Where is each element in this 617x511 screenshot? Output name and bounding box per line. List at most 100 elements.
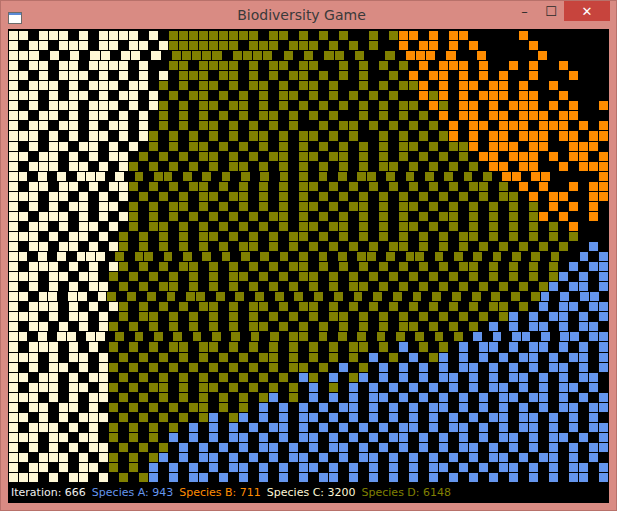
board-cell xyxy=(259,31,268,40)
board-cell xyxy=(9,322,18,331)
board-cell xyxy=(79,202,88,211)
board-cell xyxy=(409,31,418,40)
board-cell xyxy=(259,131,268,140)
board-cell xyxy=(249,192,258,201)
board-cell xyxy=(179,31,188,40)
board-cell xyxy=(539,192,548,201)
board-cell xyxy=(29,91,38,100)
board-cell xyxy=(189,91,198,100)
board-cell xyxy=(219,41,228,50)
board-cell xyxy=(570,332,579,341)
board-cell xyxy=(419,101,428,110)
board-cell xyxy=(529,131,538,140)
board-cell xyxy=(413,292,422,301)
board-cell xyxy=(549,302,558,311)
board-cell xyxy=(379,262,388,271)
board-cell xyxy=(589,322,598,331)
board-cell xyxy=(599,111,608,120)
board-cell xyxy=(9,71,18,80)
board-cell xyxy=(279,152,288,161)
board-cell xyxy=(49,121,58,130)
board-cell xyxy=(49,312,58,321)
board-cell xyxy=(319,332,328,341)
board-cell xyxy=(89,111,98,120)
board-cell xyxy=(149,31,158,40)
board-cell xyxy=(499,192,508,201)
board-cell xyxy=(409,342,418,351)
board-cell xyxy=(69,282,78,291)
board-cell xyxy=(499,262,508,271)
board-cell xyxy=(304,51,313,60)
board-cell xyxy=(539,121,548,130)
board-cell xyxy=(9,111,18,120)
board-cell xyxy=(493,332,502,341)
board-cell xyxy=(600,292,609,301)
board-cell xyxy=(289,182,298,191)
board-cell xyxy=(89,131,98,140)
board-cell xyxy=(57,252,66,261)
board-cell xyxy=(459,322,468,331)
board-cell xyxy=(339,182,348,191)
board-cell xyxy=(429,71,438,80)
board-cell xyxy=(19,121,28,130)
board-cell xyxy=(499,101,508,110)
board-cell xyxy=(169,121,178,130)
board-cell xyxy=(169,262,178,271)
board-cell xyxy=(59,71,68,80)
maximize-button[interactable]: ☐ xyxy=(538,1,564,21)
board-cell xyxy=(89,232,98,241)
board-cell xyxy=(459,152,468,161)
board-cell xyxy=(589,131,598,140)
board-cell xyxy=(511,292,520,301)
board-cell xyxy=(499,111,508,120)
board-cell xyxy=(149,262,158,271)
board-cell xyxy=(169,322,178,331)
board-cell xyxy=(449,302,458,311)
board-cell xyxy=(599,182,608,191)
board-cell xyxy=(309,322,318,331)
board-cell xyxy=(249,31,258,40)
board-cell xyxy=(149,232,158,241)
board-cell xyxy=(329,282,338,291)
minimize-button[interactable]: – xyxy=(511,1,538,21)
board-row xyxy=(9,41,609,51)
board-cell xyxy=(106,172,115,181)
board-cell xyxy=(559,142,568,151)
board-cell xyxy=(229,142,238,151)
board-row xyxy=(9,131,609,141)
board-cell xyxy=(551,172,560,181)
board-cell xyxy=(359,222,368,231)
board-cell xyxy=(9,302,18,311)
board-cell xyxy=(219,232,228,241)
board-cell xyxy=(459,91,468,100)
board-cell xyxy=(189,353,198,362)
board-row xyxy=(9,232,609,242)
board-cell xyxy=(129,61,138,70)
board-cell xyxy=(519,101,528,110)
board-cell xyxy=(541,292,550,301)
board-cell xyxy=(599,282,608,291)
board-cell xyxy=(439,101,448,110)
board-cell xyxy=(289,312,298,321)
board-cell xyxy=(49,162,58,171)
board-cell xyxy=(119,242,128,251)
board-cell xyxy=(9,202,18,211)
board-cell xyxy=(179,91,188,100)
board-cell xyxy=(399,202,408,211)
board-cell xyxy=(284,51,293,60)
board-cell xyxy=(229,353,238,362)
close-button[interactable]: ✕ xyxy=(564,1,610,21)
board-cell xyxy=(459,71,468,80)
board-cell xyxy=(179,71,188,80)
board-cell xyxy=(199,31,208,40)
board-cell xyxy=(435,172,444,181)
board-cell xyxy=(435,332,444,341)
board-cell xyxy=(319,302,328,311)
board-cell xyxy=(429,41,438,50)
board-cell xyxy=(69,101,78,110)
board-cell xyxy=(39,272,48,281)
board-cell xyxy=(29,282,38,291)
board-cell xyxy=(239,131,248,140)
board-cell xyxy=(499,272,508,281)
board-cell xyxy=(294,292,303,301)
